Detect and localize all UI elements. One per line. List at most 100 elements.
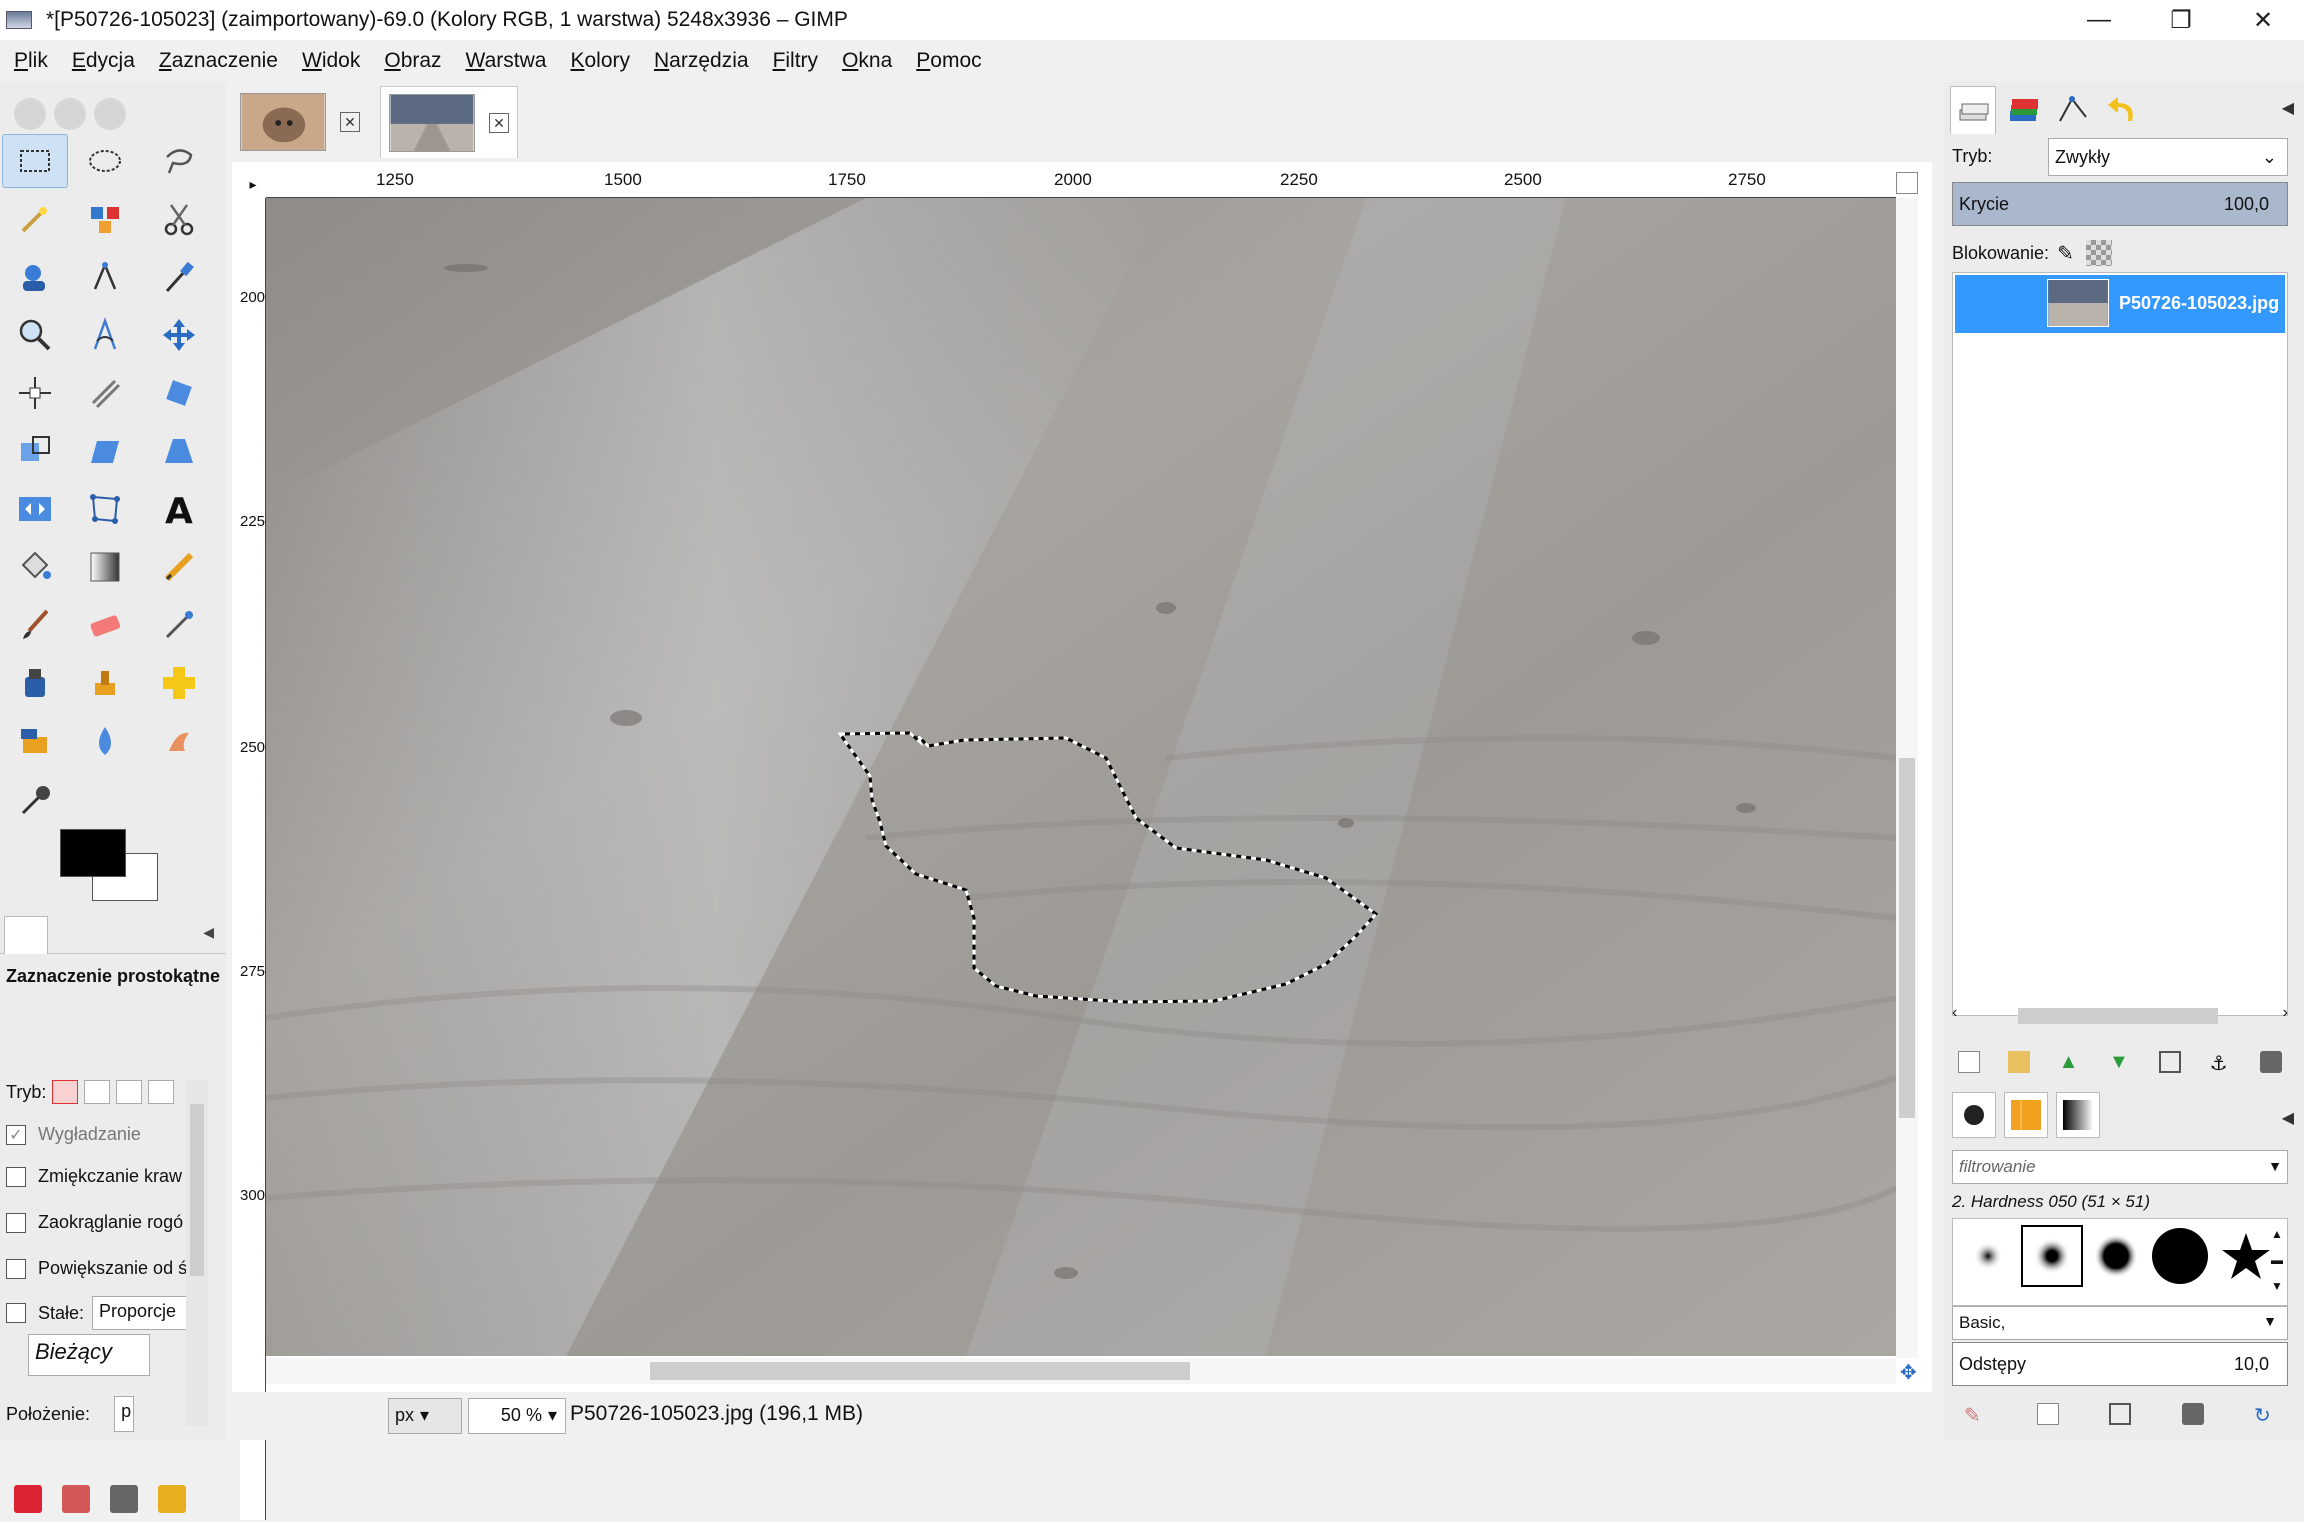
select-by-color-tool-icon[interactable] [72,192,138,246]
paths-tab-icon[interactable] [2050,86,2096,134]
new-layer-icon[interactable] [1958,1051,1980,1073]
mode-replace-icon[interactable] [52,1080,79,1104]
pencil-tool-icon[interactable] [146,540,212,594]
menu-windows[interactable]: Okna [842,49,892,73]
vertical-scrollbar[interactable] [1896,198,1918,1358]
text-tool-icon[interactable]: A [146,482,212,536]
layers-hscrollbar[interactable]: ‹ › [1952,1002,2288,1028]
image-tab-cat[interactable]: ✕ [232,86,368,158]
color-picker-tool-icon[interactable] [146,250,212,304]
patterns-tab-icon[interactable] [2004,1092,2048,1138]
mode-add-icon[interactable] [84,1080,111,1104]
collapse-icon[interactable]: ◀ [203,924,214,941]
paintbrush-tool-icon[interactable] [2,598,68,652]
lower-layer-icon[interactable]: ▼ [2109,1051,2131,1073]
lock-alpha-icon[interactable] [2085,240,2112,266]
menu-layer[interactable]: Warstwa [466,49,547,73]
brush-dock-menu-icon[interactable]: ◀ [2282,1108,2294,1128]
raise-layer-icon[interactable]: ▲ [2059,1051,2081,1073]
cage-transform-tool-icon[interactable] [72,482,138,536]
heal-tool-icon[interactable] [146,656,212,710]
close-button[interactable]: ✕ [2222,0,2304,40]
brush-filter-input[interactable]: filtrowanie [1952,1150,2288,1184]
layer-name[interactable]: P50726-105023.jpg [2119,293,2279,314]
close-tab-icon[interactable]: ✕ [489,112,509,133]
antialias-checkbox[interactable]: ✓ [6,1124,26,1145]
layers-tab-icon[interactable] [1950,86,1996,134]
image-tab-road[interactable]: ✕ [380,86,518,158]
delete-options-icon[interactable] [110,1485,138,1513]
bucket-fill-tool-icon[interactable] [2,540,68,594]
smudge-tool-icon[interactable] [146,714,212,768]
unit-select[interactable]: px ▾ [388,1398,462,1434]
image-canvas[interactable] [266,198,1896,1356]
fuzzy-select-tool-icon[interactable] [2,192,68,246]
duplicate-layer-icon[interactable] [2159,1051,2182,1073]
feather-row[interactable]: Zmiękczanie kraw [6,1166,182,1187]
perspective-tool-icon[interactable] [146,424,212,478]
move-tool-icon[interactable] [146,308,212,362]
rounded-row[interactable]: Zaokrąglanie rogó [6,1212,183,1233]
antialias-row[interactable]: ✓ Wygładzanie [6,1124,141,1145]
edit-brush-icon[interactable]: ✎ [1964,1403,1986,1427]
new-group-icon[interactable] [2008,1051,2031,1073]
brush-preset-select[interactable]: Basic, ▼ [1952,1306,2288,1340]
perspective-clone-tool-icon[interactable] [2,714,68,768]
menu-filters[interactable]: Filtry [773,49,819,73]
anchor-layer-icon[interactable]: ⚓ [2210,1051,2232,1075]
chevron-down-icon[interactable]: ▼ [2268,1158,2282,1174]
fixed-checkbox[interactable] [6,1303,26,1323]
measure-tool-icon[interactable] [72,308,138,362]
layer-row[interactable]: P50726-105023.jpg [1955,275,2285,333]
layer-mode-select[interactable]: Zwykły ⌄ [2048,138,2288,176]
expand-row[interactable]: Powiększanie od ś [6,1258,187,1279]
expand-checkbox[interactable] [6,1258,26,1279]
menu-colors[interactable]: Kolory [570,49,630,73]
new-brush-icon[interactable] [2036,1403,2059,1425]
current-ratio-field[interactable]: Bieżący [28,1334,150,1376]
mode-subtract-icon[interactable] [116,1080,143,1104]
dodge-burn-tool-icon[interactable] [2,772,68,826]
opacity-slider[interactable]: Krycie 100,0 [1952,182,2288,226]
menu-file[interactable]: Plik [14,49,48,73]
horizontal-ruler[interactable]: 1250 1500 1750 2000 2250 2500 2750 [266,170,1896,198]
blur-tool-icon[interactable] [72,714,138,768]
brush-star[interactable] [2215,1225,2277,1287]
brush-hardness-075[interactable] [2085,1225,2147,1287]
brushes-tab-icon[interactable] [1952,1092,1996,1138]
horizontal-scrollbar[interactable] [266,1358,1896,1384]
ink-tool-icon[interactable] [2,656,68,710]
menu-view[interactable]: Widok [302,49,360,73]
mode-intersect-icon[interactable] [148,1080,175,1104]
airbrush-tool-icon[interactable] [146,598,212,652]
rounded-checkbox[interactable] [6,1212,26,1233]
delete-brush-icon[interactable] [2181,1403,2204,1425]
save-options-icon[interactable] [14,1485,42,1513]
menu-help[interactable]: Pomoc [916,49,981,73]
restore-options-icon[interactable] [62,1485,90,1513]
quick-mask-menu-icon[interactable]: ▸ [240,170,266,198]
refresh-brushes-icon[interactable]: ↻ [2254,1403,2276,1427]
menu-image[interactable]: Obraz [384,49,441,73]
gradient-tool-icon[interactable] [72,540,138,594]
spacing-slider[interactable]: Odstępy 10,0 [1952,1342,2288,1386]
eraser-tool-icon[interactable] [72,598,138,652]
flip-tool-icon[interactable] [2,482,68,536]
delete-layer-icon[interactable] [2259,1051,2282,1073]
brush-hardness-100[interactable] [2149,1225,2211,1287]
zoom-tool-icon[interactable] [2,308,68,362]
channels-tab-icon[interactable] [2000,86,2046,134]
zoom-fit-icon[interactable] [1896,172,1918,194]
crop-tool-icon[interactable] [72,366,138,420]
undo-history-tab-icon[interactable] [2100,86,2146,134]
fixed-ratio-select[interactable]: Proporcje [92,1296,189,1330]
zoom-select[interactable]: 50 % ▾ [468,1398,566,1434]
duplicate-brush-icon[interactable] [2109,1403,2131,1425]
brush-soft-small[interactable] [1957,1225,2019,1287]
vertical-ruler[interactable]: 2000 2250 2500 2750 3000 [240,198,273,1520]
lock-pixels-icon[interactable]: ✎ [2057,241,2074,266]
tool-options-scrollbar[interactable] [186,1080,208,1426]
brush-hardness-050[interactable] [2021,1225,2083,1287]
close-tab-icon[interactable]: ✕ [340,112,360,132]
brush-list-scrollbar[interactable]: ▲ ▬ ▼ [2269,1221,2285,1301]
